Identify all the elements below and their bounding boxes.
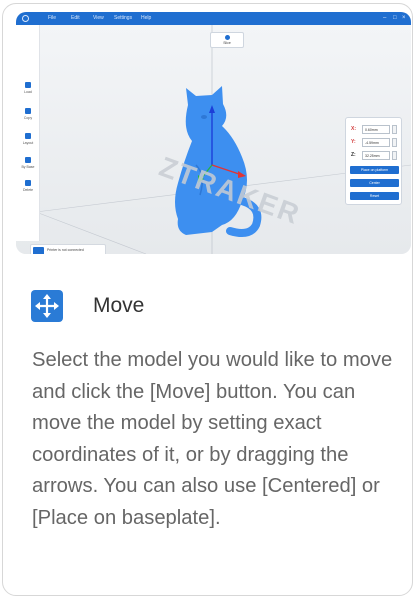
sidebar-item-label: Load bbox=[24, 90, 32, 94]
maximize-button[interactable]: □ bbox=[393, 12, 397, 25]
z-input[interactable]: 32.25mm bbox=[362, 151, 390, 160]
sidebar-item-copy[interactable]: Copy bbox=[16, 108, 40, 120]
sidebar-item-load[interactable]: Load bbox=[16, 82, 40, 94]
printer-status-text: Printer is not connected bbox=[47, 248, 84, 252]
move-panel: X: 0.60mm Y: -4.59mm Z: 32.25mm Place on… bbox=[345, 117, 402, 205]
left-toolbar: Load Copy Layout By Base Delete bbox=[16, 25, 40, 241]
z-label: Z: bbox=[351, 152, 356, 158]
slice-button[interactable]: Slice bbox=[210, 32, 244, 48]
menu-view[interactable]: View bbox=[93, 12, 104, 25]
sidebar-item-label: Layout bbox=[22, 141, 34, 145]
layout-icon bbox=[25, 133, 31, 139]
copy-icon bbox=[25, 108, 31, 114]
sidebar-item-label: By Base bbox=[21, 165, 35, 169]
menu-file[interactable]: File bbox=[48, 12, 56, 25]
move-arrows-icon bbox=[31, 290, 63, 322]
app-logo-icon bbox=[22, 15, 29, 22]
menu-help[interactable]: Help bbox=[141, 12, 151, 25]
delete-icon bbox=[25, 180, 31, 186]
x-label: X: bbox=[351, 126, 356, 132]
z-coordinate-row: Z: 32.25mm bbox=[350, 151, 400, 161]
printer-status-bar[interactable]: Printer is not connected -------- bbox=[30, 244, 106, 254]
load-icon bbox=[25, 82, 31, 88]
sidebar-item-label: Delete bbox=[22, 188, 34, 192]
y-label: Y: bbox=[351, 139, 356, 145]
by-base-icon bbox=[25, 157, 31, 163]
center-button[interactable]: Center bbox=[350, 179, 399, 187]
y-stepper[interactable] bbox=[392, 138, 397, 147]
move-arrows-glyph bbox=[35, 294, 59, 318]
printer-icon bbox=[33, 247, 44, 254]
sidebar-item-layout[interactable]: Layout bbox=[16, 133, 40, 145]
slice-icon bbox=[224, 35, 230, 40]
slice-button-label: Slice bbox=[223, 41, 231, 45]
x-stepper[interactable] bbox=[392, 125, 397, 134]
y-input[interactable]: -4.59mm bbox=[362, 138, 390, 147]
app-screenshot: File Edit View Settings Help – □ × ZTRAK… bbox=[16, 12, 411, 254]
sidebar-item-by-base[interactable]: By Base bbox=[16, 157, 40, 169]
sidebar-item-delete[interactable]: Delete bbox=[16, 180, 40, 192]
reset-button[interactable]: Reset bbox=[350, 192, 399, 200]
y-coordinate-row: Y: -4.59mm bbox=[350, 138, 400, 148]
z-stepper[interactable] bbox=[392, 151, 397, 160]
menu-settings[interactable]: Settings bbox=[114, 12, 132, 25]
close-button[interactable]: × bbox=[402, 12, 406, 25]
section-description: Select the model you would like to move … bbox=[32, 349, 393, 529]
menu-edit[interactable]: Edit bbox=[71, 12, 80, 25]
sidebar-item-label: Copy bbox=[23, 116, 33, 120]
section-title: Move bbox=[93, 294, 145, 317]
x-input[interactable]: 0.60mm bbox=[362, 125, 390, 134]
place-on-platform-button[interactable]: Place on platform bbox=[350, 166, 399, 174]
app-titlebar: File Edit View Settings Help – □ × bbox=[16, 12, 411, 25]
x-coordinate-row: X: 0.60mm bbox=[350, 125, 400, 135]
minimize-button[interactable]: – bbox=[383, 12, 386, 25]
